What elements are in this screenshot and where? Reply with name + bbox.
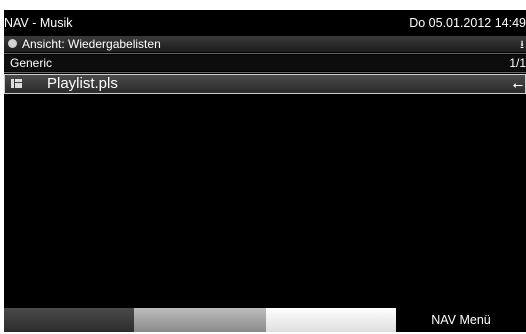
view-label: Ansicht: Wiedergabelisten	[22, 37, 161, 51]
list-item[interactable]: Playlist.pls ⭠	[4, 74, 526, 94]
title-bar: NAV - Musik Do 05.01.2012 14:49	[4, 10, 526, 34]
divider	[4, 72, 526, 73]
playlist-file-icon	[11, 79, 22, 88]
group-label: Generic	[10, 56, 53, 70]
page-counter: 1/1	[509, 56, 526, 70]
divider	[4, 53, 526, 54]
file-list-area	[4, 94, 526, 304]
tv-screen: NAV - Musik Do 05.01.2012 14:49 Ansicht:…	[4, 10, 526, 332]
list-item-name: Playlist.pls	[47, 75, 118, 92]
red-key-button[interactable]	[4, 308, 134, 332]
view-selector[interactable]: Ansicht: Wiedergabelisten ⭳	[4, 36, 526, 52]
function-key-bar: NAV Menü	[4, 308, 526, 332]
green-key-button[interactable]	[134, 308, 266, 332]
usb-icon: ⭠	[512, 77, 523, 92]
view-bullet-icon	[8, 39, 17, 48]
group-header: Generic 1/1	[4, 55, 526, 71]
date-time: Do 05.01.2012 14:49	[409, 16, 526, 30]
nav-menu-button[interactable]: NAV Menü	[396, 308, 526, 332]
yellow-key-button[interactable]	[266, 308, 396, 332]
app-title: NAV - Musik	[4, 16, 73, 30]
